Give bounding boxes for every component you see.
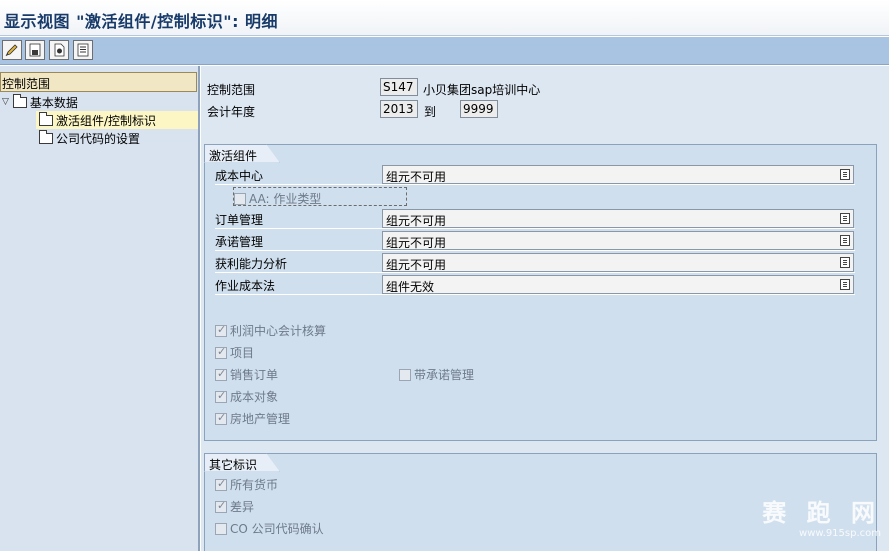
checkbox-checked-icon[interactable] — [215, 389, 227, 403]
dropdown-list-icon[interactable] — [840, 235, 850, 246]
tree-header: 控制范围 — [0, 72, 197, 92]
tree-item-basic-data[interactable]: ▽ 基本数据 — [2, 93, 78, 111]
new-entry-icon — [54, 43, 65, 57]
commitment-management-row: 承诺管理 组元不可用 — [215, 230, 855, 251]
variances-checkbox[interactable]: 差异 — [215, 498, 254, 515]
checkbox-unchecked-icon[interactable] — [234, 192, 246, 205]
commitment-management-dropdown[interactable]: 组元不可用 — [382, 231, 854, 250]
fiscal-year-to-label: 到 — [424, 105, 437, 119]
checkbox-checked-icon[interactable] — [215, 499, 227, 513]
folder-icon — [12, 93, 27, 108]
cost-objects-checkbox[interactable]: 成本对象 — [215, 388, 278, 405]
tree-item-company-code-settings[interactable]: 公司代码的设置 — [39, 129, 140, 147]
dialog-structure-tree: 控制范围 ▽ 基本数据 激活组件/控制标识 公司代码的设置 — [0, 66, 200, 551]
activity-based-costing-label: 作业成本法 — [215, 279, 276, 293]
copy-icon — [77, 43, 89, 57]
checkbox-unchecked-icon[interactable] — [215, 522, 227, 535]
dropdown-list-icon[interactable] — [840, 279, 850, 290]
activity-based-costing-row: 作业成本法 组件无效 — [215, 274, 855, 295]
co-company-code-validation-checkbox[interactable]: CO 公司代码确认 — [215, 520, 324, 537]
controlling-area-field[interactable]: S147 — [380, 78, 418, 96]
checkbox-label: 差异 — [230, 500, 255, 514]
profit-center-accounting-checkbox[interactable]: 利润中心会计核算 — [215, 322, 326, 339]
folder-icon — [39, 129, 53, 144]
tree-item-active-components[interactable]: 激活组件/控制标识 — [36, 111, 198, 129]
aa-activity-type-checkbox[interactable]: AA: 作业类型 — [234, 190, 321, 207]
checkbox-checked-icon[interactable] — [215, 367, 227, 381]
expand-arrow-icon[interactable]: ▽ — [2, 97, 9, 107]
checkbox-label: 销售订单 — [230, 368, 279, 382]
profitability-analysis-label: 获利能力分析 — [215, 257, 288, 271]
fiscal-year-from-field[interactable]: 2013 — [380, 100, 418, 118]
group-title: 其它标识 — [204, 453, 280, 472]
checkbox-checked-icon[interactable] — [215, 323, 227, 337]
dropdown-list-icon[interactable] — [840, 169, 850, 180]
checkbox-checked-icon[interactable] — [215, 411, 227, 425]
projects-checkbox[interactable]: 项目 — [215, 344, 254, 361]
checkbox-label: 项目 — [230, 346, 255, 360]
dropdown-list-icon[interactable] — [840, 257, 850, 268]
checkbox-label: 利润中心会计核算 — [230, 324, 327, 338]
tree-item-label: 激活组件/控制标识 — [56, 113, 157, 128]
dropdown-value: 组元不可用 — [386, 214, 447, 228]
save-button[interactable] — [25, 40, 45, 60]
checkbox-label: 房地产管理 — [230, 412, 291, 426]
dropdown-value: 组件无效 — [386, 280, 435, 294]
checkbox-checked-icon[interactable] — [215, 477, 227, 491]
cost-center-dropdown[interactable]: 组元不可用 — [382, 165, 854, 184]
fiscal-year-label: 会计年度 — [207, 105, 256, 119]
real-estate-management-checkbox[interactable]: 房地产管理 — [215, 410, 290, 427]
checkbox-label: CO 公司代码确认 — [230, 522, 324, 536]
tree-item-label: 公司代码的设置 — [56, 131, 141, 146]
detail-area: 控制范围 S147 小贝集团sap培训中心 会计年度 2013 到 9999 激… — [201, 66, 889, 551]
checkbox-unchecked-icon[interactable] — [399, 368, 411, 381]
watermark-url: www.915sp.com — [799, 528, 881, 539]
edit-icon — [5, 44, 18, 57]
cost-center-row: 成本中心 组元不可用 — [215, 164, 855, 185]
order-management-dropdown[interactable]: 组元不可用 — [382, 209, 854, 228]
aa-activity-type-focus-frame: AA: 作业类型 — [233, 187, 407, 206]
dropdown-value: 组元不可用 — [386, 236, 447, 250]
checkbox-checked-icon[interactable] — [215, 345, 227, 359]
controlling-area-name: 小贝集团sap培训中心 — [423, 83, 541, 97]
with-commitment-management-checkbox[interactable]: 带承诺管理 — [399, 366, 474, 383]
group-title: 激活组件 — [204, 144, 280, 163]
profitability-analysis-row: 获利能力分析 组元不可用 — [215, 252, 855, 273]
checkbox-label: 所有货币 — [230, 478, 279, 492]
dropdown-value: 组元不可用 — [386, 258, 447, 272]
checkbox-label: 成本对象 — [230, 390, 279, 404]
watermark: 赛 跑 网 www.915sp.com — [762, 493, 881, 539]
commitment-management-label: 承诺管理 — [215, 235, 264, 249]
dropdown-value: 组元不可用 — [386, 170, 447, 184]
edit-button[interactable] — [2, 40, 22, 60]
watermark-text: 赛 跑 网 — [762, 499, 881, 527]
save-icon — [29, 43, 41, 57]
controlling-area-label: 控制范围 — [207, 83, 256, 97]
fiscal-year-to-field[interactable]: 9999 — [460, 100, 498, 118]
activity-based-costing-dropdown[interactable]: 组件无效 — [382, 275, 854, 294]
copy-button[interactable] — [73, 40, 93, 60]
all-currencies-checkbox[interactable]: 所有货币 — [215, 476, 278, 493]
active-components-group: 激活组件 成本中心 组元不可用 AA: 作业类型 订单管理 组元不可用 承诺管理 — [204, 144, 877, 441]
page-title: 显示视图 "激活组件/控制标识": 明细 — [4, 12, 279, 31]
folder-icon — [39, 111, 53, 126]
tree-header-label: 控制范围 — [2, 77, 51, 91]
sales-orders-checkbox[interactable]: 销售订单 — [215, 366, 278, 383]
new-entry-button[interactable] — [49, 40, 69, 60]
checkbox-label: 带承诺管理 — [414, 368, 475, 382]
order-management-row: 订单管理 组元不可用 — [215, 208, 855, 229]
order-management-label: 订单管理 — [215, 213, 264, 227]
tree-item-label: 基本数据 — [29, 95, 78, 110]
cost-center-label: 成本中心 — [215, 169, 264, 183]
checkbox-label: AA: 作业类型 — [249, 192, 322, 206]
profitability-analysis-dropdown[interactable]: 组元不可用 — [382, 253, 854, 272]
application-toolbar — [0, 37, 889, 65]
title-bar: 显示视图 "激活组件/控制标识": 明细 — [0, 0, 889, 36]
dropdown-list-icon[interactable] — [840, 213, 850, 224]
